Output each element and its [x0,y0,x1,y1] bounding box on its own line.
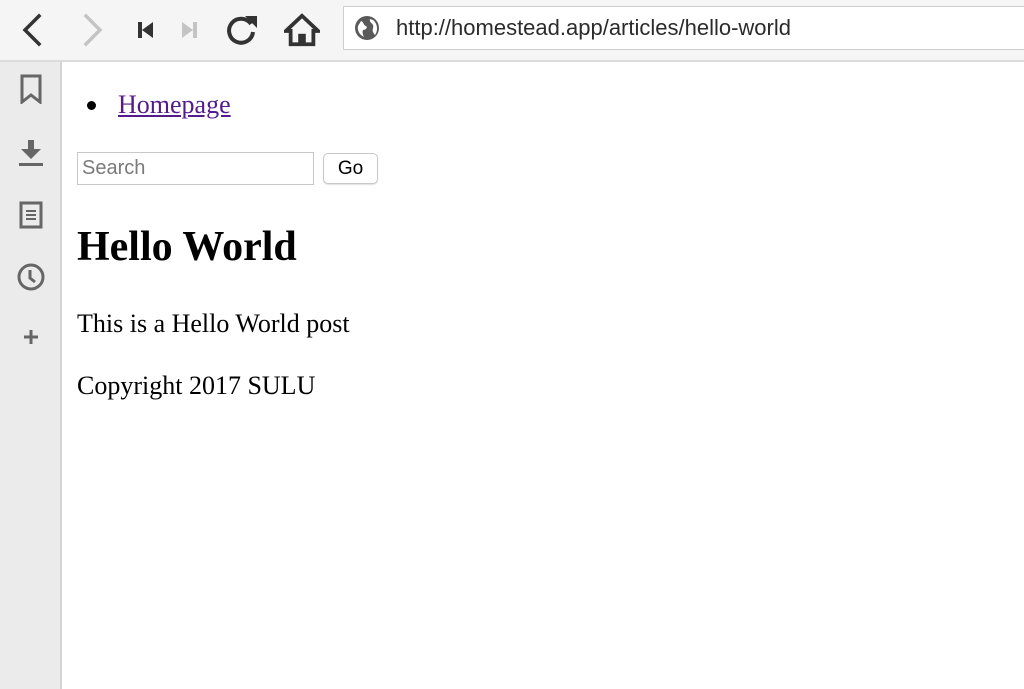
skip-forward-icon [182,22,197,38]
globe-icon [355,16,379,40]
nav-list: Homepage [87,88,231,122]
plus-icon [24,330,38,344]
sidebar-notes-button[interactable] [14,198,48,232]
sidebar-bookmarks-button[interactable] [14,72,48,106]
address-bar[interactable]: http://homestead.app/articles/hello-worl… [343,6,1024,50]
nav-item: Homepage [87,88,231,122]
back-button[interactable] [14,11,50,49]
homepage-link[interactable]: Homepage [118,90,231,119]
list-bullet [87,101,96,110]
search-form: Go [77,152,378,185]
search-input[interactable] [77,152,314,185]
bookmark-icon [20,74,42,104]
sidebar-history-button[interactable] [14,260,48,294]
chevron-left-icon [22,13,42,47]
fast-forward-button[interactable] [171,11,207,49]
reload-icon [227,16,257,45]
home-icon [284,13,320,47]
page-title: Hello World [77,224,297,270]
copyright-footer: Copyright 2017 SULU [77,371,316,400]
notes-icon [19,201,43,229]
rewind-button[interactable] [128,11,164,49]
clock-icon [17,263,45,291]
download-icon [19,140,43,166]
sidebar-add-panel-button[interactable] [14,320,48,354]
url-text[interactable]: http://homestead.app/articles/hello-worl… [396,15,791,41]
browser-sidebar [0,62,62,689]
chevron-right-icon [83,13,103,47]
browser-toolbar: http://homestead.app/articles/hello-worl… [0,0,1024,62]
home-button[interactable] [284,11,320,49]
page-content: Homepage Go Hello World This is a Hello … [62,62,1024,689]
go-button[interactable]: Go [323,153,378,184]
reload-button[interactable] [223,11,259,49]
post-body: This is a Hello World post [77,309,350,338]
forward-button[interactable] [75,11,111,49]
sidebar-downloads-button[interactable] [14,136,48,170]
skip-back-icon [138,22,153,38]
